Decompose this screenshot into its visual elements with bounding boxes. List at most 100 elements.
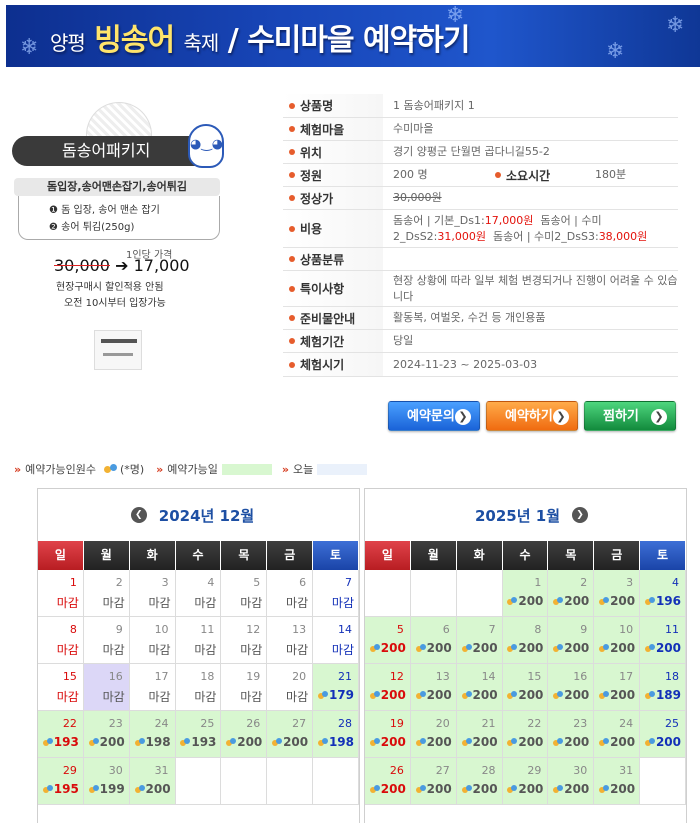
next-month-button[interactable]: ❯ (572, 507, 588, 523)
people-icon (180, 738, 191, 747)
day-number: 18 (200, 670, 215, 683)
available-count: 200 (369, 782, 406, 796)
banner-text: 양평 (50, 31, 86, 55)
info-label: 정원 (283, 164, 383, 186)
day-number: 25 (665, 717, 679, 730)
calendar-day[interactable]: 15 200 (502, 664, 549, 711)
reserve-button[interactable]: 예약하기 ❯ (486, 401, 578, 431)
available-count: 200 (507, 641, 543, 655)
people-icon (461, 785, 472, 794)
calendar-day[interactable]: 1 200 (502, 570, 549, 617)
calendar-day[interactable]: 19 200 (365, 711, 411, 758)
calendar-day[interactable]: 31 200 (129, 758, 176, 805)
calendar-day[interactable]: 7 200 (456, 617, 503, 664)
day-grid: 1 마감 2 마감 3 마감 4 마감 5 마감 6 마감 7 마감 8 마감 9 마감 10 마감 11 마감 12 마감 1… (38, 570, 359, 805)
day-number: 30 (573, 764, 588, 777)
inquiry-button[interactable]: 예약문의 ❯ (388, 401, 480, 431)
calendar-day: 15 마감 (38, 664, 84, 711)
calendar-day[interactable]: 31 200 (594, 758, 641, 805)
available-count: 200 (553, 594, 589, 608)
package-item: ❶ 돔 입장, 송어 맨손 잡기 (49, 205, 160, 216)
snowflake-icon: ❄ (606, 39, 625, 64)
calendar-day[interactable]: 12 200 (365, 664, 411, 711)
calendar-day[interactable]: 11 200 (640, 617, 686, 664)
day-number: 10 (154, 623, 169, 636)
day-number: 15 (527, 670, 542, 683)
calendar-day[interactable]: 24 198 (129, 711, 176, 758)
calendar-day[interactable]: 28 200 (456, 758, 503, 805)
people-icon (42, 738, 53, 747)
calendar-day[interactable]: 23 200 (548, 711, 595, 758)
available-count: 196 (644, 594, 681, 608)
calendar-day[interactable]: 2 200 (548, 570, 595, 617)
available-count: 200 (507, 688, 543, 702)
day-number: 14 (481, 670, 496, 683)
closed-status: 마감 (240, 596, 263, 610)
calendar-day: 16 마감 (83, 664, 130, 711)
favorite-button[interactable]: 찜하기 ❯ (584, 401, 676, 431)
calendar-empty-cell (221, 758, 268, 805)
cost-price: 17,000원 (484, 213, 534, 227)
calendar-day[interactable]: 14 200 (456, 664, 503, 711)
people-icon (461, 738, 472, 747)
calendar-day: 13 마감 (267, 617, 314, 664)
calendar-day[interactable]: 29 200 (502, 758, 549, 805)
calendar-day[interactable]: 17 200 (594, 664, 641, 711)
calendar-day[interactable]: 23 200 (83, 711, 130, 758)
available-count: 200 (599, 641, 635, 655)
closed-status: 마감 (194, 643, 217, 657)
calendar-day: 7 마감 (313, 570, 359, 617)
calendar-day[interactable]: 30 200 (548, 758, 595, 805)
people-icon (226, 738, 237, 747)
closed-status: 마감 (56, 690, 79, 704)
calendar-day[interactable]: 21 179 (313, 664, 359, 711)
calendar-day: 20 마감 (267, 664, 314, 711)
calendar-day[interactable]: 25 193 (175, 711, 222, 758)
available-count: 200 (599, 735, 635, 749)
calendar-day[interactable]: 26 200 (221, 711, 268, 758)
calendar-day[interactable]: 5 200 (365, 617, 411, 664)
closed-status: 마감 (331, 643, 354, 657)
available-count: 200 (461, 688, 498, 702)
people-icon (507, 785, 518, 794)
day-number: 1 (69, 576, 77, 589)
calendar-day[interactable]: 13 200 (410, 664, 457, 711)
day-number: 18 (665, 670, 679, 683)
calendar-day[interactable]: 3 200 (594, 570, 641, 617)
calendar-day[interactable]: 8 200 (502, 617, 549, 664)
calendar-day[interactable]: 4 196 (640, 570, 686, 617)
people-icon (507, 738, 518, 747)
calendar-day[interactable]: 27 200 (267, 711, 314, 758)
closed-status: 마감 (331, 596, 354, 610)
info-row: 체험마을 수미마을 (283, 118, 678, 141)
calendar-day[interactable]: 27 200 (410, 758, 457, 805)
calendar-day[interactable]: 30 199 (83, 758, 130, 805)
thumbnail-image[interactable] (94, 330, 142, 370)
day-number: 5 (253, 576, 261, 589)
calendar-day[interactable]: 6 200 (410, 617, 457, 664)
prev-month-button[interactable]: ❮ (130, 507, 147, 523)
available-count: 200 (415, 688, 452, 702)
people-icon (88, 785, 99, 794)
calendar-day[interactable]: 22 193 (38, 711, 84, 758)
calendar-day[interactable]: 21 200 (456, 711, 503, 758)
cost-text: 돔송어 | 기본_Ds1: (393, 213, 485, 227)
list-price: 30,000원 (393, 191, 442, 204)
calendar-day[interactable]: 24 200 (594, 711, 641, 758)
calendar-day[interactable]: 20 200 (410, 711, 457, 758)
calendar-day[interactable]: 16 200 (548, 664, 595, 711)
calendar-day[interactable]: 25 200 (640, 711, 686, 758)
available-count: 200 (461, 782, 498, 796)
calendar-day[interactable]: 10 200 (594, 617, 641, 664)
calendar-day[interactable]: 28 198 (313, 711, 359, 758)
calendar-day[interactable]: 9 200 (548, 617, 595, 664)
closed-status: 마감 (240, 690, 263, 704)
people-icon (103, 463, 118, 475)
calendar-day[interactable]: 18 189 (640, 664, 686, 711)
calendar-day[interactable]: 29 195 (38, 758, 84, 805)
calendar-day[interactable]: 26 200 (365, 758, 411, 805)
info-label: 체험시기 (283, 353, 383, 376)
calendar-day[interactable]: 22 200 (502, 711, 549, 758)
available-count: 200 (88, 735, 125, 749)
calendar-day: 6 마감 (267, 570, 314, 617)
